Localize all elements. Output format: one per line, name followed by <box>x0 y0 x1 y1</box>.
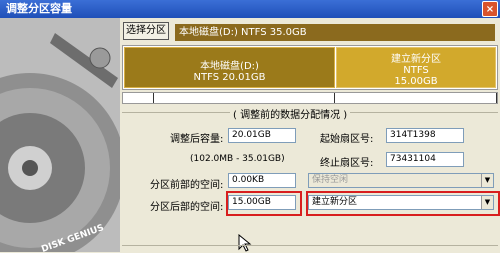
scale-tick <box>496 93 497 103</box>
window-title-bar: 调整分区容量 × <box>0 0 500 18</box>
end-sector-field[interactable]: 73431104 <box>386 152 464 167</box>
resized-size-label: 调整后容量: <box>170 134 224 145</box>
hard-disk-illustration: DISK GENIUS <box>0 18 120 252</box>
section-title: ( 调整前的数据分配情况 ) <box>230 106 351 121</box>
partition-fs: NTFS 20.01GB <box>193 72 266 83</box>
start-sector-field[interactable]: 314T1398 <box>386 128 464 143</box>
close-button[interactable]: × <box>482 1 498 17</box>
highlight-box <box>226 191 302 216</box>
partition-block-new[interactable]: 建立新分区 NTFS 15.00GB <box>336 47 496 88</box>
start-sector-label: 起始扇区号: <box>320 134 374 145</box>
space-before-label: 分区前部的空间: <box>150 180 224 191</box>
disk-info-bar: 本地磁盘(D:) NTFS 35.0GB <box>175 24 495 41</box>
partition-block-d[interactable]: 本地磁盘(D:) NTFS 20.01GB <box>124 47 335 88</box>
partition-name: 本地磁盘(D:) <box>200 61 259 72</box>
hard-disk-icon <box>0 18 120 252</box>
size-range-text: (102.0MB - 35.01GB) <box>190 154 285 164</box>
select-partition-button[interactable]: 选择分区 <box>123 22 169 40</box>
scale-tick <box>334 93 335 103</box>
space-before-input[interactable]: 0.00KB <box>228 173 296 188</box>
chevron-down-icon: ▼ <box>481 174 493 187</box>
space-before-action-select: 保持空闲 ▼ <box>308 173 494 188</box>
highlight-box <box>306 191 500 216</box>
resized-size-input[interactable]: 20.01GB <box>228 128 296 143</box>
end-sector-label: 终止扇区号: <box>320 158 374 169</box>
window-title: 调整分区容量 <box>6 2 72 15</box>
scale-tick <box>153 93 154 103</box>
partition-map: 本地磁盘(D:) NTFS 20.01GB 建立新分区 NTFS 15.00GB <box>122 45 498 90</box>
partition-scale[interactable] <box>122 92 498 104</box>
partition-fs: NTFS <box>403 65 429 76</box>
partition-name: 建立新分区 <box>391 54 441 65</box>
space-before-action-value: 保持空闲 <box>312 175 349 185</box>
partition-size: 15.00GB <box>394 76 438 87</box>
space-after-label: 分区后部的空间: <box>150 202 224 213</box>
